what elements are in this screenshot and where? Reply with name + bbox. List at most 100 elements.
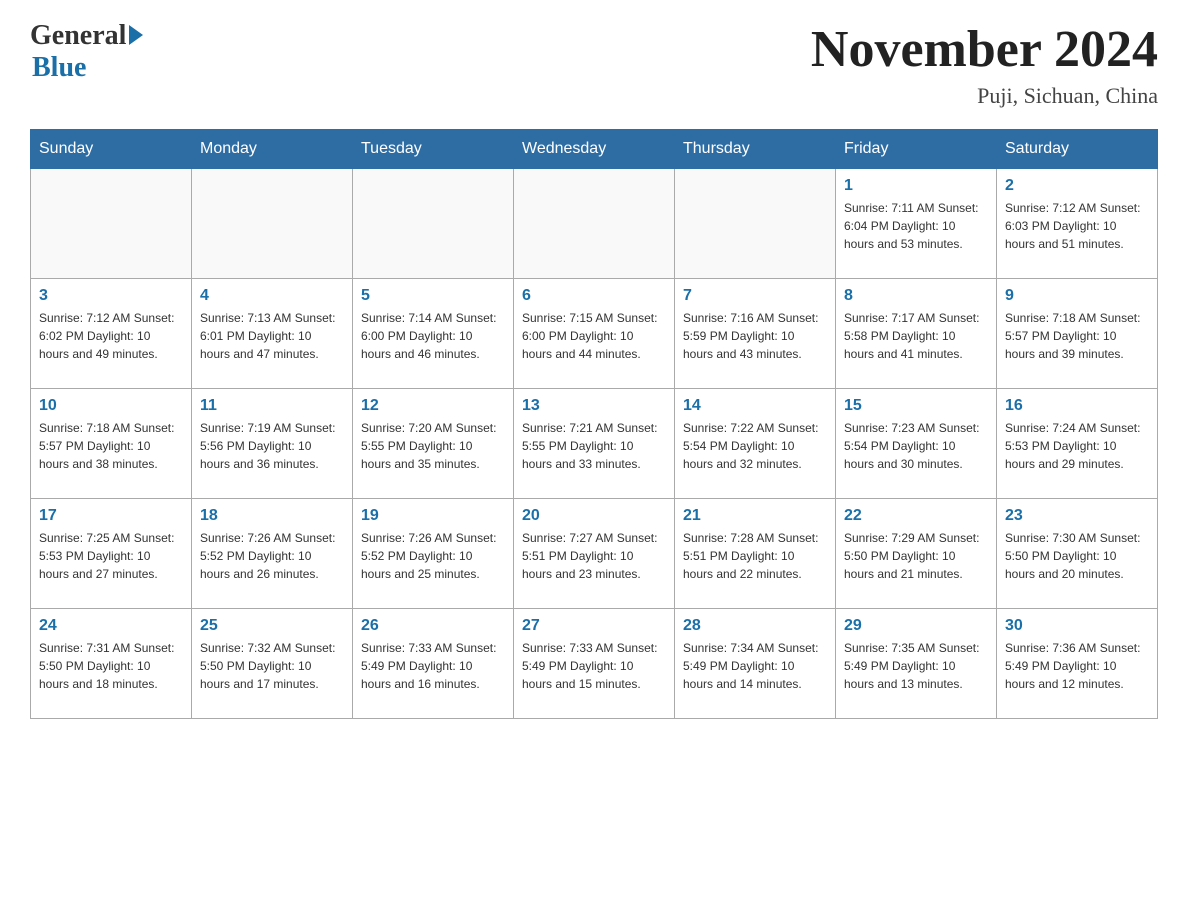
day-info: Sunrise: 7:19 AM Sunset: 5:56 PM Dayligh… <box>200 419 344 473</box>
month-title: November 2024 <box>811 20 1158 79</box>
day-number: 7 <box>683 287 827 305</box>
day-info: Sunrise: 7:22 AM Sunset: 5:54 PM Dayligh… <box>683 419 827 473</box>
calendar-cell: 23 Sunrise: 7:30 AM Sunset: 5:50 PM Dayli… <box>997 499 1158 609</box>
day-of-week-header: Monday <box>192 130 353 169</box>
calendar-cell: 24 Sunrise: 7:31 AM Sunset: 5:50 PM Dayli… <box>31 609 192 719</box>
calendar-cell: 17 Sunrise: 7:25 AM Sunset: 5:53 PM Dayli… <box>31 499 192 609</box>
day-of-week-header: Tuesday <box>353 130 514 169</box>
calendar-cell: 26 Sunrise: 7:33 AM Sunset: 5:49 PM Dayli… <box>353 609 514 719</box>
day-info: Sunrise: 7:32 AM Sunset: 5:50 PM Dayligh… <box>200 639 344 693</box>
day-number: 23 <box>1005 507 1149 525</box>
calendar-cell: 3 Sunrise: 7:12 AM Sunset: 6:02 PM Daylig… <box>31 279 192 389</box>
calendar-cell <box>675 169 836 279</box>
day-number: 29 <box>844 617 988 635</box>
day-info: Sunrise: 7:25 AM Sunset: 5:53 PM Dayligh… <box>39 529 183 583</box>
day-info: Sunrise: 7:36 AM Sunset: 5:49 PM Dayligh… <box>1005 639 1149 693</box>
day-of-week-header: Sunday <box>31 130 192 169</box>
day-number: 20 <box>522 507 666 525</box>
day-number: 18 <box>200 507 344 525</box>
day-info: Sunrise: 7:12 AM Sunset: 6:03 PM Dayligh… <box>1005 199 1149 253</box>
day-info: Sunrise: 7:27 AM Sunset: 5:51 PM Dayligh… <box>522 529 666 583</box>
day-info: Sunrise: 7:15 AM Sunset: 6:00 PM Dayligh… <box>522 309 666 363</box>
day-number: 5 <box>361 287 505 305</box>
calendar-cell: 5 Sunrise: 7:14 AM Sunset: 6:00 PM Daylig… <box>353 279 514 389</box>
day-info: Sunrise: 7:35 AM Sunset: 5:49 PM Dayligh… <box>844 639 988 693</box>
day-info: Sunrise: 7:12 AM Sunset: 6:02 PM Dayligh… <box>39 309 183 363</box>
calendar-cell: 12Sunrise: 7:20 AM Sunset: 5:55 PM Dayli… <box>353 389 514 499</box>
day-number: 27 <box>522 617 666 635</box>
logo-arrow-icon <box>129 25 143 45</box>
day-info: Sunrise: 7:34 AM Sunset: 5:49 PM Dayligh… <box>683 639 827 693</box>
day-info: Sunrise: 7:31 AM Sunset: 5:50 PM Dayligh… <box>39 639 183 693</box>
day-info: Sunrise: 7:33 AM Sunset: 5:49 PM Dayligh… <box>361 639 505 693</box>
day-number: 6 <box>522 287 666 305</box>
calendar-cell: 16 Sunrise: 7:24 AM Sunset: 5:53 PM Dayli… <box>997 389 1158 499</box>
day-number: 3 <box>39 287 183 305</box>
calendar-cell: 27 Sunrise: 7:33 AM Sunset: 5:49 PM Dayli… <box>514 609 675 719</box>
calendar-cell: 9 Sunrise: 7:18 AM Sunset: 5:57 PM Daylig… <box>997 279 1158 389</box>
calendar-cell: 28 Sunrise: 7:34 AM Sunset: 5:49 PM Dayli… <box>675 609 836 719</box>
calendar-table: SundayMondayTuesdayWednesdayThursdayFrid… <box>30 129 1158 719</box>
day-number: 26 <box>361 617 505 635</box>
day-number: 28 <box>683 617 827 635</box>
calendar-cell: 6 Sunrise: 7:15 AM Sunset: 6:00 PM Daylig… <box>514 279 675 389</box>
day-info: Sunrise: 7:18 AM Sunset: 5:57 PM Dayligh… <box>1005 309 1149 363</box>
day-number: 22 <box>844 507 988 525</box>
day-of-week-header: Friday <box>836 130 997 169</box>
day-info: Sunrise: 7:11 AM Sunset: 6:04 PM Dayligh… <box>844 199 988 253</box>
calendar-cell: 30Sunrise: 7:36 AM Sunset: 5:49 PM Dayli… <box>997 609 1158 719</box>
day-info: Sunrise: 7:21 AM Sunset: 5:55 PM Dayligh… <box>522 419 666 473</box>
day-number: 2 <box>1005 177 1149 195</box>
week-row: 3 Sunrise: 7:12 AM Sunset: 6:02 PM Daylig… <box>31 279 1158 389</box>
calendar-cell: 4Sunrise: 7:13 AM Sunset: 6:01 PM Daylig… <box>192 279 353 389</box>
calendar-cell: 11 Sunrise: 7:19 AM Sunset: 5:56 PM Dayli… <box>192 389 353 499</box>
day-number: 10 <box>39 397 183 415</box>
calendar-cell: 14Sunrise: 7:22 AM Sunset: 5:54 PM Dayli… <box>675 389 836 499</box>
day-of-week-header: Thursday <box>675 130 836 169</box>
week-row: 10 Sunrise: 7:18 AM Sunset: 5:57 PM Dayli… <box>31 389 1158 499</box>
page-header: General Blue November 2024 Puji, Sichuan… <box>30 20 1158 109</box>
logo: General Blue <box>30 20 143 84</box>
day-info: Sunrise: 7:17 AM Sunset: 5:58 PM Dayligh… <box>844 309 988 363</box>
day-number: 17 <box>39 507 183 525</box>
day-info: Sunrise: 7:24 AM Sunset: 5:53 PM Dayligh… <box>1005 419 1149 473</box>
calendar-cell: 10 Sunrise: 7:18 AM Sunset: 5:57 PM Dayli… <box>31 389 192 499</box>
day-info: Sunrise: 7:33 AM Sunset: 5:49 PM Dayligh… <box>522 639 666 693</box>
calendar-cell: 2 Sunrise: 7:12 AM Sunset: 6:03 PM Daylig… <box>997 169 1158 279</box>
calendar-cell: 13Sunrise: 7:21 AM Sunset: 5:55 PM Dayli… <box>514 389 675 499</box>
day-number: 1 <box>844 177 988 195</box>
calendar-cell: 22 Sunrise: 7:29 AM Sunset: 5:50 PM Dayli… <box>836 499 997 609</box>
day-number: 19 <box>361 507 505 525</box>
title-section: November 2024 Puji, Sichuan, China <box>811 20 1158 109</box>
day-number: 8 <box>844 287 988 305</box>
day-info: Sunrise: 7:14 AM Sunset: 6:00 PM Dayligh… <box>361 309 505 363</box>
day-info: Sunrise: 7:20 AM Sunset: 5:55 PM Dayligh… <box>361 419 505 473</box>
day-info: Sunrise: 7:26 AM Sunset: 5:52 PM Dayligh… <box>361 529 505 583</box>
day-number: 21 <box>683 507 827 525</box>
day-number: 25 <box>200 617 344 635</box>
calendar-cell: 21 Sunrise: 7:28 AM Sunset: 5:51 PM Dayli… <box>675 499 836 609</box>
day-number: 15 <box>844 397 988 415</box>
day-info: Sunrise: 7:29 AM Sunset: 5:50 PM Dayligh… <box>844 529 988 583</box>
calendar-cell: 19 Sunrise: 7:26 AM Sunset: 5:52 PM Dayli… <box>353 499 514 609</box>
calendar-cell: 20 Sunrise: 7:27 AM Sunset: 5:51 PM Dayli… <box>514 499 675 609</box>
calendar-cell <box>514 169 675 279</box>
day-number: 24 <box>39 617 183 635</box>
calendar-cell: 8 Sunrise: 7:17 AM Sunset: 5:58 PM Daylig… <box>836 279 997 389</box>
day-number: 16 <box>1005 397 1149 415</box>
week-row: 24 Sunrise: 7:31 AM Sunset: 5:50 PM Dayli… <box>31 609 1158 719</box>
day-number: 9 <box>1005 287 1149 305</box>
day-number: 11 <box>200 397 344 415</box>
logo-blue-text: Blue <box>32 52 86 84</box>
day-info: Sunrise: 7:18 AM Sunset: 5:57 PM Dayligh… <box>39 419 183 473</box>
calendar-cell: 25 Sunrise: 7:32 AM Sunset: 5:50 PM Dayli… <box>192 609 353 719</box>
day-of-week-header: Saturday <box>997 130 1158 169</box>
day-info: Sunrise: 7:30 AM Sunset: 5:50 PM Dayligh… <box>1005 529 1149 583</box>
day-number: 4 <box>200 287 344 305</box>
calendar-cell <box>31 169 192 279</box>
day-info: Sunrise: 7:16 AM Sunset: 5:59 PM Dayligh… <box>683 309 827 363</box>
day-of-week-header: Wednesday <box>514 130 675 169</box>
calendar-cell: 7 Sunrise: 7:16 AM Sunset: 5:59 PM Daylig… <box>675 279 836 389</box>
calendar-cell: 1 Sunrise: 7:11 AM Sunset: 6:04 PM Daylig… <box>836 169 997 279</box>
day-info: Sunrise: 7:28 AM Sunset: 5:51 PM Dayligh… <box>683 529 827 583</box>
